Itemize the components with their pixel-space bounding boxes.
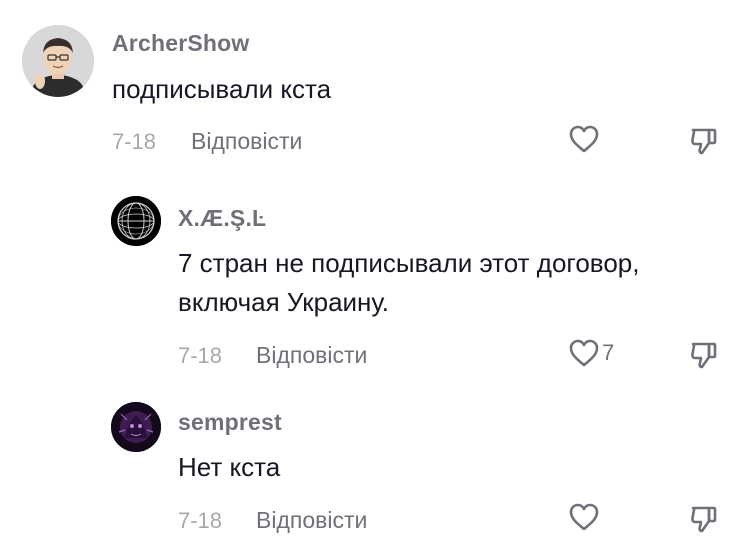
like-button[interactable]: 7: [568, 338, 614, 368]
comment-date: 7-18: [178, 343, 223, 368]
reply-button[interactable]: Відповісти: [256, 342, 367, 369]
reply-comment-item: X.Æ.Ş.Ŀ 7 стран не подписывали этот дого…: [0, 180, 750, 390]
dark-purple-avatar-image: [111, 402, 161, 452]
heart-outline-icon: [568, 124, 600, 154]
comment-username[interactable]: semprest: [178, 409, 282, 436]
reply-comment-item: semprest Нет кста 7-18 Відповісти: [0, 390, 750, 549]
thumbs-down-icon: [688, 126, 718, 156]
avatar[interactable]: [111, 402, 161, 452]
comment-text-line-1: 7 стран не подписывали этот договор,: [178, 248, 640, 278]
comment-date: 7-18: [178, 508, 223, 533]
avatar[interactable]: [111, 196, 161, 246]
comment-item: ArcherShow подписывали кста 7-18 Відпові…: [0, 0, 750, 180]
dislike-button[interactable]: [688, 126, 718, 156]
reply-button[interactable]: Відповісти: [256, 507, 367, 534]
globe-avatar-image: [111, 196, 161, 246]
heart-outline-icon: [568, 502, 600, 532]
user-avatar-image: [22, 25, 94, 97]
thumbs-down-icon: [688, 340, 718, 370]
reply-button[interactable]: Відповісти: [191, 128, 302, 155]
dislike-button[interactable]: [688, 504, 718, 534]
comment-text: подписывали кста: [112, 74, 332, 104]
like-count: 7: [602, 340, 615, 365]
comment-text: Нет кста: [178, 452, 281, 482]
heart-outline-icon: [568, 338, 600, 368]
thumbs-down-icon: [688, 504, 718, 534]
comment-date: 7-18: [112, 129, 157, 154]
avatar[interactable]: [22, 25, 94, 97]
like-button[interactable]: [568, 502, 600, 532]
comment-text-line-2: включая Украину.: [178, 287, 390, 317]
comment-username[interactable]: ArcherShow: [112, 30, 249, 57]
dislike-button[interactable]: [688, 340, 718, 370]
comment-username[interactable]: X.Æ.Ş.Ŀ: [178, 205, 266, 232]
like-button[interactable]: [568, 124, 600, 154]
